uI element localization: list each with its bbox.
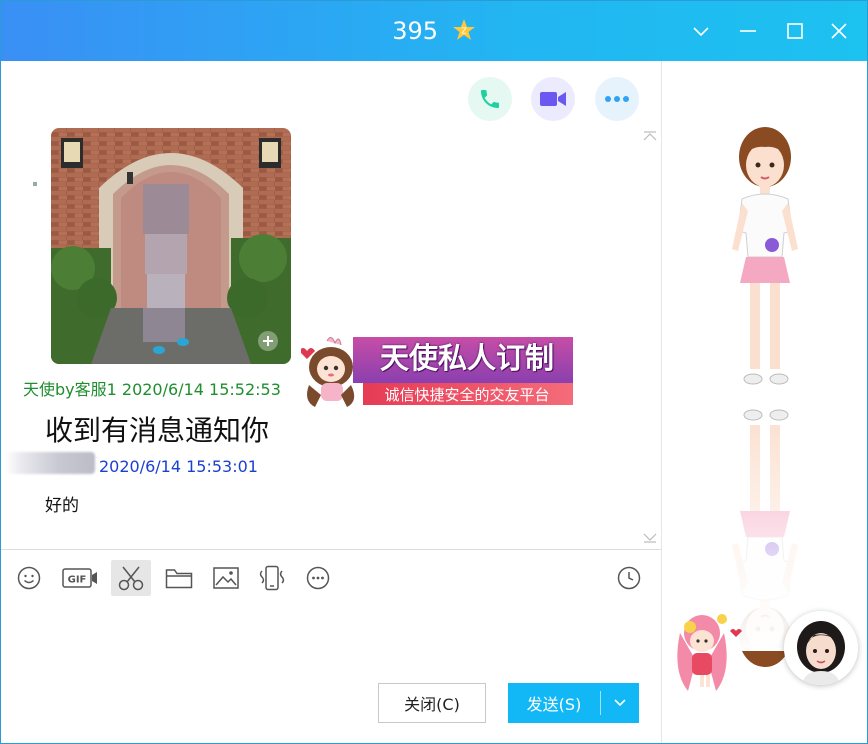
send-button-label: 发送(S) bbox=[526, 695, 582, 714]
emoji-button[interactable] bbox=[9, 560, 49, 596]
star-icon: Z bbox=[452, 19, 475, 40]
blurred-sender-name bbox=[5, 452, 95, 474]
title-bar[interactable]: 395 Z bbox=[1, 1, 867, 61]
folder-icon bbox=[165, 569, 193, 589]
message-input[interactable] bbox=[1, 605, 661, 743]
more-tools-button[interactable] bbox=[298, 560, 338, 596]
send-options-dropdown[interactable] bbox=[601, 698, 639, 708]
close-icon[interactable] bbox=[823, 15, 855, 47]
close-button[interactable]: 关闭(C) bbox=[378, 683, 486, 723]
more-icon bbox=[306, 566, 330, 590]
avatar-image bbox=[784, 611, 858, 685]
window-shake-button[interactable] bbox=[252, 560, 292, 596]
scroll-down-icon[interactable] bbox=[643, 533, 657, 543]
screenshot-button[interactable] bbox=[111, 560, 151, 596]
phone-icon bbox=[481, 90, 499, 108]
gif-button[interactable]: GIF bbox=[60, 560, 100, 596]
message-history[interactable]: 天使by客服1 2020/6/14 15:52:53 天使私人订制 诚信快捷安全… bbox=[1, 61, 661, 549]
message-history-button[interactable] bbox=[609, 560, 649, 596]
message-sender-time: 天使by客服1 2020/6/14 15:52:53 bbox=[23, 380, 281, 399]
chat-window: 395 Z 天使by客服1 2020/6/14 15:52:53 天使私人订制 … bbox=[0, 0, 868, 744]
shake-icon bbox=[259, 565, 285, 591]
badge-subtitle: 诚信快捷安全的交友平台 bbox=[384, 386, 550, 404]
svg-text:Z: Z bbox=[461, 27, 467, 36]
scissors-icon bbox=[118, 566, 144, 591]
message-bullet bbox=[33, 182, 37, 186]
image-icon bbox=[213, 567, 239, 589]
video-icon bbox=[540, 92, 566, 106]
chevron-down-icon[interactable] bbox=[685, 15, 717, 47]
video-call-button[interactable] bbox=[531, 77, 575, 121]
chevron-down-icon bbox=[614, 699, 626, 707]
contact-avatar[interactable] bbox=[784, 611, 858, 685]
message-text: 好的 bbox=[45, 496, 79, 516]
maximize-icon[interactable] bbox=[779, 15, 811, 47]
vip-badge: 天使私人订制 诚信快捷安全的交友平台 bbox=[299, 335, 573, 409]
send-button[interactable]: 发送(S) bbox=[508, 683, 639, 723]
send-image-button[interactable] bbox=[206, 560, 246, 596]
history-clock-icon bbox=[617, 566, 641, 590]
scroll-up-icon[interactable] bbox=[643, 131, 657, 141]
send-file-button[interactable] bbox=[159, 560, 199, 596]
voice-call-button[interactable] bbox=[468, 77, 512, 121]
message-text: 收到有消息通知你 bbox=[45, 414, 270, 447]
message-sender-time: 2020/6/14 15:53:01 bbox=[99, 457, 258, 476]
more-icon bbox=[605, 96, 629, 102]
minimize-icon[interactable] bbox=[732, 15, 764, 47]
svg-text:GIF: GIF bbox=[68, 575, 87, 586]
input-toolbar: GIF bbox=[1, 549, 661, 606]
image-message[interactable] bbox=[51, 128, 291, 364]
badge-title: 天使私人订制 bbox=[379, 341, 554, 375]
more-actions-button[interactable] bbox=[595, 77, 639, 121]
gif-icon: GIF bbox=[62, 568, 97, 588]
window-title-text: 395 bbox=[392, 17, 439, 45]
emoji-icon bbox=[17, 566, 41, 590]
